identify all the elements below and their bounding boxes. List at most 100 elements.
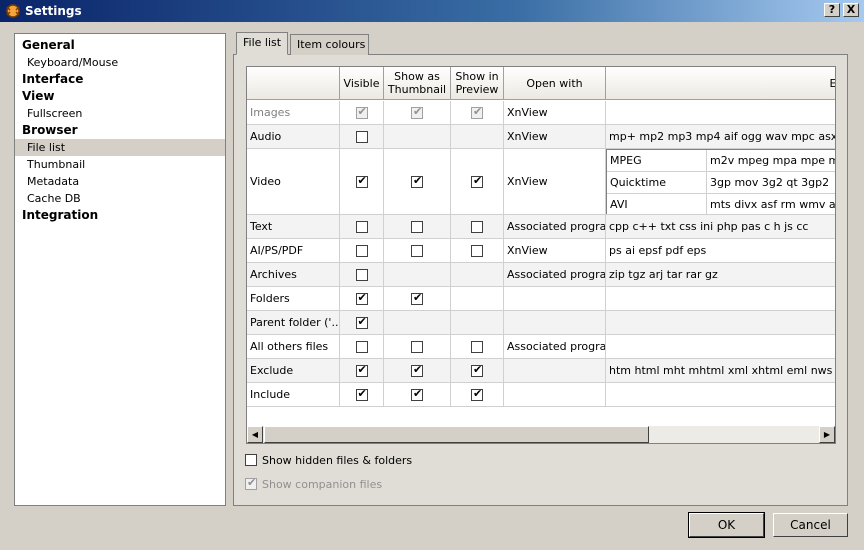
nav-item-cache-db[interactable]: Cache DB <box>15 190 225 207</box>
header-show-as-thumbnail[interactable]: Show as Thumbnail <box>384 67 451 100</box>
arrow-left-icon[interactable]: ◀ <box>247 426 263 443</box>
extensions-cell[interactable] <box>606 101 835 125</box>
extensions-cell[interactable]: MPEGm2v mpeg mpa mpe mpg mpvQuicktime3gp… <box>606 149 835 215</box>
open-with-cell[interactable] <box>504 359 606 383</box>
preview-checkbox[interactable] <box>471 220 483 233</box>
nav-item-keyboard-mouse[interactable]: Keyboard/Mouse <box>15 54 225 71</box>
extensions-cell[interactable] <box>606 311 835 335</box>
header-extensions[interactable]: Ex <box>606 67 835 100</box>
open-with-cell[interactable]: Associated program <box>504 335 606 359</box>
title-bar[interactable]: Settings ? X <box>0 0 864 22</box>
cancel-button[interactable]: Cancel <box>773 513 848 537</box>
header-visible[interactable]: Visible <box>340 67 384 100</box>
open-with-cell[interactable]: XnView <box>504 125 606 149</box>
open-with-cell[interactable]: XnView <box>504 101 606 125</box>
table-row[interactable]: Video ✔ ✔ ✔ XnViewMPEGm2v mpeg mpa mpe mpg m… <box>247 149 835 215</box>
checkbox-cell: ✔ <box>451 101 504 125</box>
extensions-cell[interactable] <box>606 383 835 407</box>
extensions-cell[interactable] <box>606 335 835 359</box>
extensions-cell[interactable]: cpp c++ txt css ini php pas c h js cc <box>606 215 835 239</box>
visible-checkbox[interactable]: ✔ <box>355 315 368 329</box>
extensions-cell[interactable]: zip tgz arj tar rar gz <box>606 263 835 287</box>
video-subtypes-table[interactable]: MPEGm2v mpeg mpa mpe mpg mpvQuicktime3gp… <box>606 149 835 214</box>
checkbox-cell: ✔ <box>340 287 384 311</box>
table-row[interactable]: Include ✔ ✔ ✔ <box>247 383 835 407</box>
open-with-cell[interactable] <box>504 383 606 407</box>
extensions-cell[interactable]: mp+ mp2 mp3 mp4 aif ogg wav mpc asx mpp … <box>606 125 835 149</box>
nav-item-metadata[interactable]: Metadata <box>15 173 225 190</box>
thumb-checkbox[interactable] <box>411 340 423 353</box>
visible-checkbox[interactable]: ✔ <box>355 387 368 401</box>
visible-checkbox[interactable] <box>355 130 368 143</box>
table-row[interactable]: Archives Associated programzip tgz arj ta… <box>247 263 835 287</box>
checkmark-icon: ✔ <box>473 104 483 118</box>
preview-checkbox[interactable] <box>471 340 483 353</box>
table-row[interactable]: Exclude ✔ ✔ ✔ htm html mht mhtml xml xhtml e… <box>247 359 835 383</box>
ok-button[interactable]: OK <box>688 512 765 538</box>
extensions-cell[interactable]: ps ai epsf pdf eps <box>606 239 835 263</box>
visible-checkbox[interactable]: ✔ <box>355 363 368 377</box>
thumb-checkbox[interactable] <box>411 244 423 257</box>
subtable-row[interactable]: AVImts divx asf rm wmv avi vob <box>607 194 835 214</box>
subtype-extensions: mts divx asf rm wmv avi vob <box>707 194 835 214</box>
row-name: Images <box>247 101 340 125</box>
nav-item-fullscreen[interactable]: Fullscreen <box>15 105 225 122</box>
subtable-row[interactable]: Quicktime 3gp mov 3g2 qt 3gp2 <box>607 172 835 194</box>
visible-checkbox[interactable] <box>355 244 368 257</box>
visible-checkbox[interactable]: ✔ <box>355 174 368 188</box>
extensions-cell[interactable]: htm html mht mhtml xml xhtml eml nws url… <box>606 359 835 383</box>
visible-checkbox[interactable] <box>355 268 368 281</box>
nav-item-browser[interactable]: Browser <box>15 122 225 139</box>
nav-item-general[interactable]: General <box>15 37 225 54</box>
checkbox-cell <box>384 263 451 287</box>
settings-nav-tree[interactable]: General Keyboard/Mouse Interface View Fullsc… <box>14 33 226 506</box>
table-row[interactable]: Audio XnView mp+ mp2 mp3 mp4 aif ogg wav m… <box>247 125 835 149</box>
open-with-cell[interactable] <box>504 287 606 311</box>
open-with-cell[interactable] <box>504 311 606 335</box>
tab-file-list[interactable]: File list <box>236 32 288 55</box>
header-name[interactable] <box>247 67 340 100</box>
table-row[interactable]: AI/PS/PDF XnView ps ai epsf pdf eps <box>247 239 835 263</box>
thumb-checkbox[interactable]: ✔ <box>411 387 423 401</box>
table-row[interactable]: Parent folder ('..') ✔ <box>247 311 835 335</box>
preview-checkbox[interactable] <box>471 244 483 257</box>
table-row[interactable]: All others files Associated program <box>247 335 835 359</box>
checkbox-cell: ✔ <box>340 149 384 215</box>
preview-checkbox[interactable]: ✔ <box>471 174 483 188</box>
scrollbar-thumb[interactable] <box>264 426 649 443</box>
table-row[interactable]: Folders ✔ ✔ <box>247 287 835 311</box>
open-with-cell[interactable]: Associated program <box>504 215 606 239</box>
nav-item-interface[interactable]: Interface <box>15 71 225 88</box>
open-with-cell[interactable]: XnView <box>504 239 606 263</box>
thumb-checkbox[interactable]: ✔ <box>411 174 423 188</box>
header-show-in-preview[interactable]: Show in Preview <box>451 67 504 100</box>
header-open-with[interactable]: Open with <box>504 67 606 100</box>
extensions-cell[interactable] <box>606 287 835 311</box>
show-hidden-checkbox[interactable] <box>245 454 257 466</box>
show-hidden-files-option[interactable]: Show hidden files & folders <box>245 452 412 468</box>
checkmark-icon: ✔ <box>247 476 257 489</box>
close-button[interactable]: X <box>843 3 859 17</box>
file-type-grid[interactable]: Visible Show as Thumbnail Show in Preview O… <box>246 66 836 444</box>
horizontal-scrollbar[interactable]: ◀ ▶ <box>247 426 835 443</box>
visible-checkbox[interactable] <box>355 340 368 353</box>
nav-item-integration[interactable]: Integration <box>15 207 225 224</box>
arrow-right-icon[interactable]: ▶ <box>819 426 835 443</box>
nav-item-view[interactable]: View <box>15 88 225 105</box>
preview-checkbox[interactable]: ✔ <box>471 363 483 377</box>
thumb-checkbox[interactable] <box>411 220 423 233</box>
thumb-checkbox[interactable]: ✔ <box>411 291 423 305</box>
visible-checkbox[interactable]: ✔ <box>355 291 368 305</box>
nav-item-file-list[interactable]: File list <box>15 139 225 156</box>
open-with-cell[interactable]: XnView <box>504 149 606 215</box>
table-row[interactable]: Images ✔ ✔ ✔ XnView <box>247 101 835 125</box>
subtable-row[interactable]: MPEGm2v mpeg mpa mpe mpg mpv <box>607 150 835 172</box>
open-with-cell[interactable]: Associated program <box>504 263 606 287</box>
visible-checkbox[interactable] <box>355 220 368 233</box>
help-button[interactable]: ? <box>824 3 840 17</box>
tab-item-colours[interactable]: Item colours <box>290 34 369 55</box>
thumb-checkbox[interactable]: ✔ <box>411 363 423 377</box>
nav-item-thumbnail[interactable]: Thumbnail <box>15 156 225 173</box>
table-row[interactable]: Text Associated programcpp c++ txt css in… <box>247 215 835 239</box>
preview-checkbox[interactable]: ✔ <box>471 387 483 401</box>
